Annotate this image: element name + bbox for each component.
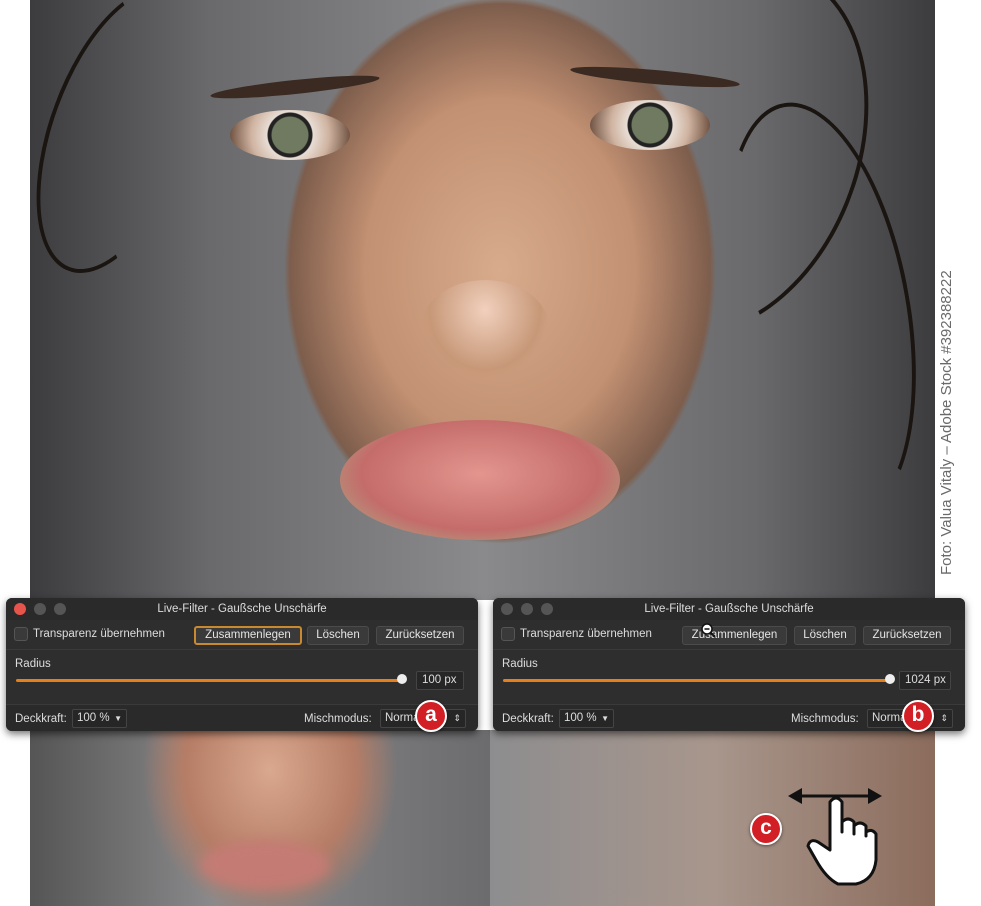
radius-slider[interactable] [16, 679, 404, 682]
zoom-button[interactable] [54, 603, 66, 615]
lips [340, 420, 620, 540]
opacity-value: 100 % [564, 712, 597, 724]
zoom-out-cursor-icon [701, 623, 716, 638]
minimize-button[interactable] [34, 603, 46, 615]
photo-credit: Foto: Valua Vitaly – Adobe Stock #392388… [938, 270, 955, 575]
panel-title: Live-Filter - Gaußsche Unschärfe [157, 603, 327, 615]
close-button[interactable] [14, 603, 26, 615]
blurred-preview-left [30, 730, 490, 906]
blend-mode-label: Mischmodus: [304, 713, 372, 725]
callout-badge-c: c [750, 813, 782, 845]
transparency-label: Transparenz übernehmen [520, 628, 652, 640]
blurred-lips [200, 840, 330, 890]
transparency-checkbox[interactable] [501, 627, 515, 641]
callout-badge-b: b [902, 700, 934, 732]
reset-button[interactable]: Zurücksetzen [863, 626, 951, 645]
eye-left [230, 110, 350, 160]
radius-value-field[interactable]: 100 px [416, 671, 464, 690]
eyebrow-left [209, 71, 381, 103]
opacity-select[interactable]: 100 % ▼ [72, 709, 127, 728]
merge-button[interactable]: Zusammenlegen [194, 626, 302, 645]
blend-mode-label: Mischmodus: [791, 713, 859, 725]
radius-label: Radius [15, 658, 51, 670]
radius-slider[interactable] [503, 679, 891, 682]
callout-badge-a: a [415, 700, 447, 732]
live-filter-panel-b: Live-Filter - Gaußsche Unschärfe Transpa… [493, 598, 965, 731]
live-filter-panel-a: Live-Filter - Gaußsche Unschärfe Transpa… [6, 598, 478, 731]
merge-button[interactable]: Zusammenlegen [682, 626, 787, 645]
updown-icon: ⇕ [940, 713, 948, 723]
chevron-down-icon: ▼ [114, 714, 122, 723]
delete-button[interactable]: Löschen [307, 626, 369, 645]
reset-button[interactable]: Zurücksetzen [376, 626, 464, 645]
hair-strand [30, 0, 238, 295]
updown-icon: ⇕ [453, 713, 461, 723]
transparency-checkbox[interactable] [14, 627, 28, 641]
minimize-button[interactable] [521, 603, 533, 615]
portrait-photo [30, 0, 935, 600]
radius-slider-handle[interactable] [397, 674, 407, 684]
nose [420, 280, 550, 380]
chevron-down-icon: ▼ [601, 714, 609, 723]
opacity-value: 100 % [77, 712, 110, 724]
close-button[interactable] [501, 603, 513, 615]
title-bar: Live-Filter - Gaußsche Unschärfe [6, 598, 478, 620]
opacity-label: Deckkraft: [15, 713, 67, 725]
panel-title: Live-Filter - Gaußsche Unschärfe [644, 603, 814, 615]
radius-slider-handle[interactable] [885, 674, 895, 684]
opacity-select[interactable]: 100 % ▼ [559, 709, 614, 728]
opacity-label: Deckkraft: [502, 713, 554, 725]
delete-button[interactable]: Löschen [794, 626, 856, 645]
radius-label: Radius [502, 658, 538, 670]
zoom-button[interactable] [541, 603, 553, 615]
drag-hand-cursor-icon [788, 788, 882, 886]
radius-value-field[interactable]: 1024 px [899, 671, 951, 690]
transparency-label: Transparenz übernehmen [33, 628, 165, 640]
title-bar: Live-Filter - Gaußsche Unschärfe [493, 598, 965, 620]
